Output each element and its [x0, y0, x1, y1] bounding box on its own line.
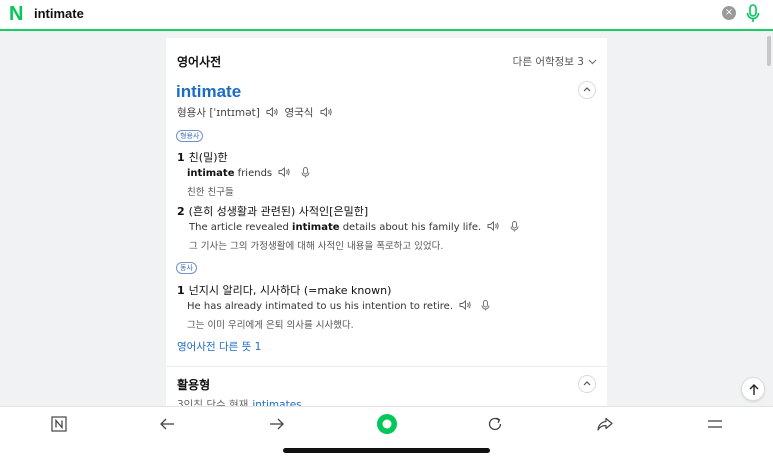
sense-number: 1 — [177, 284, 185, 297]
chevron-down-icon — [588, 58, 597, 68]
mic-icon[interactable] — [301, 167, 310, 178]
section-title: 영어사전 — [177, 55, 222, 69]
speaker-icon[interactable] — [459, 300, 471, 310]
pos-badge-verb: 동사 — [176, 262, 197, 274]
collapse-button[interactable] — [578, 375, 596, 393]
clear-search-button[interactable]: × — [722, 6, 736, 20]
naver-home-icon[interactable] — [50, 415, 68, 433]
example-en: He has already intimated to us his inten… — [187, 300, 490, 312]
dictionary-card: 영어사전 다른 어학정보 3 intimate 형용사 [ˈɪntɪmət] 영… — [166, 38, 607, 368]
more-meanings-link[interactable]: 영어사전 다른 뜻 1 — [177, 339, 261, 354]
voice-search-icon[interactable] — [745, 4, 761, 24]
part-of-speech: 형용사 — [177, 107, 206, 119]
sense-meaning: 친(밀)한 — [188, 151, 228, 164]
example-keyword: intimate — [292, 222, 340, 233]
chevron-up-icon — [583, 381, 591, 386]
back-icon[interactable] — [158, 415, 176, 433]
headword-link[interactable]: intimate — [176, 82, 241, 102]
refresh-icon[interactable] — [486, 415, 504, 433]
sense-meaning: (흔히 성생활과 관련된) 사적인[은밀한] — [188, 205, 369, 218]
sense-2: 2 (흔히 성생활과 관련된) 사적인[은밀한] — [177, 203, 368, 219]
home-indicator — [283, 448, 490, 453]
example-ko: 친한 친구들 — [187, 187, 234, 198]
speaker-icon[interactable] — [320, 107, 332, 117]
sense-meaning: 넌지시 알리다, 시사하다 (=make known) — [188, 284, 392, 297]
bottom-toolbar — [0, 406, 773, 456]
ipa: [ˈɪntɪmət] — [209, 107, 260, 119]
sense-number: 1 — [177, 151, 185, 164]
conjugation-title: 활용형 — [177, 378, 211, 392]
mic-icon[interactable] — [481, 300, 490, 311]
collapse-button[interactable] — [578, 81, 596, 99]
example-ko: 그 기사는 그의 가정생활에 대해 사적인 내용을 폭로하고 있었다. — [189, 241, 444, 252]
region-label: 영국식 — [284, 107, 314, 119]
example-keyword: intimate — [187, 168, 235, 179]
example-text: He has already intimated to us his inten… — [187, 301, 454, 312]
example-text: friends — [234, 168, 273, 179]
mic-icon[interactable] — [510, 221, 519, 232]
menu-icon[interactable] — [706, 415, 724, 433]
more-info-label: 다른 어학정보 3 — [512, 56, 584, 68]
pronunciation-row: 형용사 [ˈɪntɪmət] 영국식 — [177, 105, 335, 120]
example-ko: 그는 이미 우리에게 은퇴 의사를 시사했다. — [187, 320, 354, 331]
scroll-to-top-button[interactable] — [741, 377, 765, 401]
forward-icon[interactable] — [268, 415, 286, 433]
sense-number: 2 — [177, 205, 185, 218]
chevron-up-icon — [583, 87, 591, 92]
share-icon[interactable] — [596, 415, 614, 433]
arrow-up-icon — [749, 384, 759, 395]
speaker-icon[interactable] — [487, 221, 500, 231]
speaker-icon[interactable] — [278, 167, 290, 177]
example-text: The article revealed — [189, 222, 293, 233]
speaker-icon[interactable] — [266, 107, 278, 117]
more-language-info-button[interactable]: 다른 어학정보 3 — [513, 54, 597, 69]
conjugation-card: 활용형 3인칭 단수 현재 intimates — [166, 366, 607, 411]
search-input[interactable]: intimate — [34, 6, 84, 21]
pos-badge-adjective: 형용사 — [176, 130, 204, 142]
example-text: details about his family life. — [339, 222, 482, 233]
search-bar: N intimate × — [0, 0, 773, 31]
scrollbar[interactable] — [767, 36, 771, 66]
example-en: intimate friends — [187, 167, 310, 179]
sense-1: 1 친(밀)한 — [177, 149, 228, 165]
example-en: The article revealed intimate details ab… — [189, 221, 519, 233]
sense-verb-1: 1 넌지시 알리다, 시사하다 (=make known) — [177, 282, 391, 298]
naver-logo-icon[interactable]: N — [9, 4, 29, 24]
green-dot-icon[interactable] — [376, 413, 398, 435]
